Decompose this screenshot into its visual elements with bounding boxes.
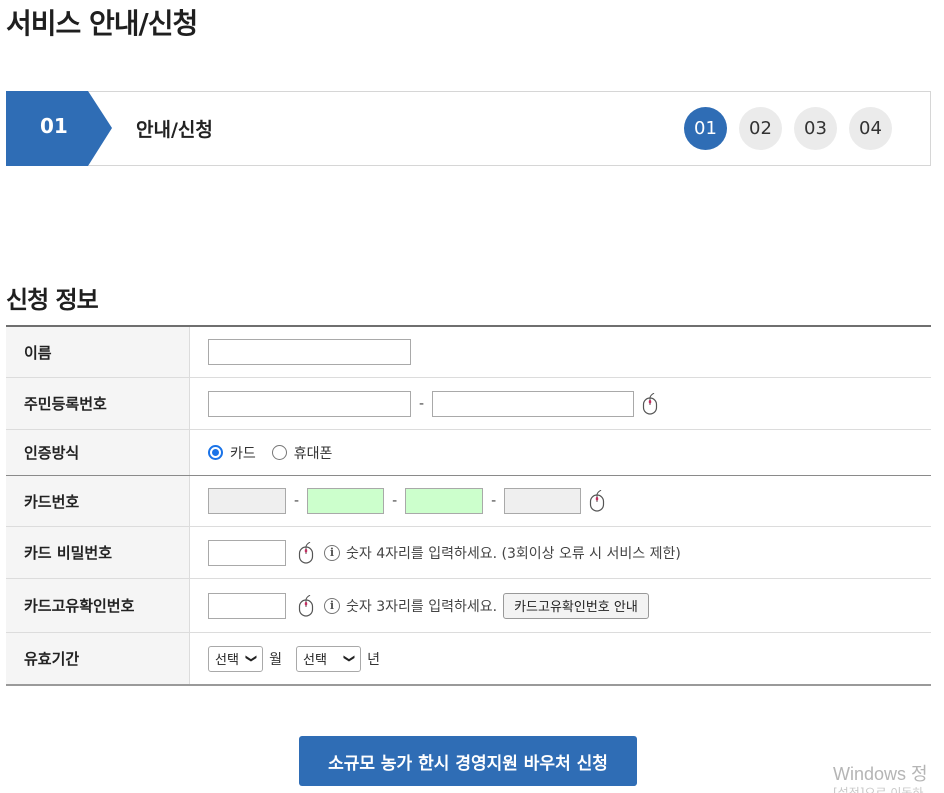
application-form: 이름 주민등록번호 - 인증방식 카드 휴대폰 카드번호 - - - 카드 비밀… bbox=[6, 325, 931, 686]
expiry-year-select[interactable]: 선택 ❯ bbox=[296, 645, 362, 672]
card-separator: - bbox=[491, 493, 497, 509]
step-progress-bar: 01 안내/신청 01 02 03 04 bbox=[6, 91, 931, 166]
rrn-label: 주민등록번호 bbox=[6, 378, 190, 429]
card-separator: - bbox=[294, 493, 300, 509]
step-dot-01: 01 bbox=[684, 107, 727, 150]
current-step-flag: 01 bbox=[6, 91, 120, 166]
expiry-label: 유효기간 bbox=[6, 633, 190, 684]
step-dot-02: 02 bbox=[739, 107, 782, 150]
rrn-front-input[interactable] bbox=[208, 390, 411, 417]
cvc-label: 카드고유확인번호 bbox=[6, 579, 190, 632]
windows-activation-watermark: Windows 정 bbox=[833, 764, 928, 784]
step-dot-03: 03 bbox=[794, 107, 837, 150]
mouse-icon[interactable] bbox=[298, 594, 314, 617]
current-step-label: 안내/신청 bbox=[136, 119, 213, 141]
info-icon: i bbox=[324, 544, 340, 561]
form-row-auth: 인증방식 카드 휴대폰 bbox=[6, 430, 931, 476]
expiry-month-value: 선택 bbox=[215, 653, 239, 668]
form-row-cvc: 카드고유확인번호 i 숫자 3자리를 입력하세요. 카드고유확인번호 안내 bbox=[6, 579, 931, 633]
expiry-year-value: 선택 bbox=[303, 653, 327, 668]
form-row-name: 이름 bbox=[6, 327, 931, 378]
card-number-label: 카드번호 bbox=[6, 476, 190, 526]
card-password-label: 카드 비밀번호 bbox=[6, 527, 190, 578]
mouse-icon[interactable] bbox=[298, 541, 314, 564]
auth-card-radio[interactable] bbox=[208, 445, 223, 460]
expiry-month-unit: 월 bbox=[269, 651, 283, 668]
card-password-input[interactable] bbox=[208, 539, 286, 566]
current-step-number: 01 bbox=[40, 114, 68, 138]
card-number-input-2[interactable] bbox=[307, 488, 385, 514]
form-row-card-number: 카드번호 - - - bbox=[6, 476, 931, 527]
chevron-down-icon: ❯ bbox=[343, 653, 357, 664]
submit-button[interactable]: 소규모 농가 한시 경영지원 바우처 신청 bbox=[299, 736, 637, 786]
step-dot-04: 04 bbox=[849, 107, 892, 150]
cvc-hint: 숫자 3자리를 입력하세요. bbox=[346, 598, 498, 615]
auth-phone-radio[interactable] bbox=[271, 445, 287, 460]
step-indicators: 01 02 03 04 bbox=[684, 107, 892, 150]
form-row-expiry: 유효기간 선택 ❯ 월 선택 ❯ 년 bbox=[6, 633, 931, 684]
auth-phone-label[interactable]: 휴대폰 bbox=[294, 443, 333, 463]
cvc-guide-button[interactable]: 카드고유확인번호 안내 bbox=[503, 592, 649, 619]
expiry-year-unit: 년 bbox=[367, 651, 381, 668]
section-title: 신청 정보 bbox=[6, 286, 99, 314]
card-password-hint: 숫자 4자리를 입력하세요. (3회이상 오류 시 서비스 제한) bbox=[346, 545, 681, 562]
rrn-back-input[interactable] bbox=[432, 390, 635, 417]
card-number-input-4[interactable] bbox=[504, 488, 582, 514]
info-icon: i bbox=[324, 597, 340, 614]
card-separator: - bbox=[392, 493, 398, 509]
name-input[interactable] bbox=[208, 339, 411, 365]
cvc-input[interactable] bbox=[208, 592, 286, 619]
windows-activation-watermark-sub: [설정]으로 이동하 bbox=[833, 786, 924, 793]
chevron-down-icon: ❯ bbox=[245, 653, 259, 664]
page-title: 서비스 안내/신청 bbox=[6, 7, 198, 40]
expiry-month-select[interactable]: 선택 ❯ bbox=[208, 645, 264, 672]
mouse-icon[interactable] bbox=[589, 489, 605, 512]
auth-label: 인증방식 bbox=[6, 430, 190, 475]
auth-card-label[interactable]: 카드 bbox=[230, 443, 256, 463]
card-number-input-3[interactable] bbox=[405, 488, 484, 514]
card-number-input-1[interactable] bbox=[208, 488, 286, 514]
rrn-separator: - bbox=[419, 395, 425, 412]
mouse-icon[interactable] bbox=[642, 392, 658, 415]
form-row-card-password: 카드 비밀번호 i 숫자 4자리를 입력하세요. (3회이상 오류 시 서비스 … bbox=[6, 527, 931, 579]
name-label: 이름 bbox=[6, 327, 190, 377]
form-row-rrn: 주민등록번호 - bbox=[6, 378, 931, 430]
